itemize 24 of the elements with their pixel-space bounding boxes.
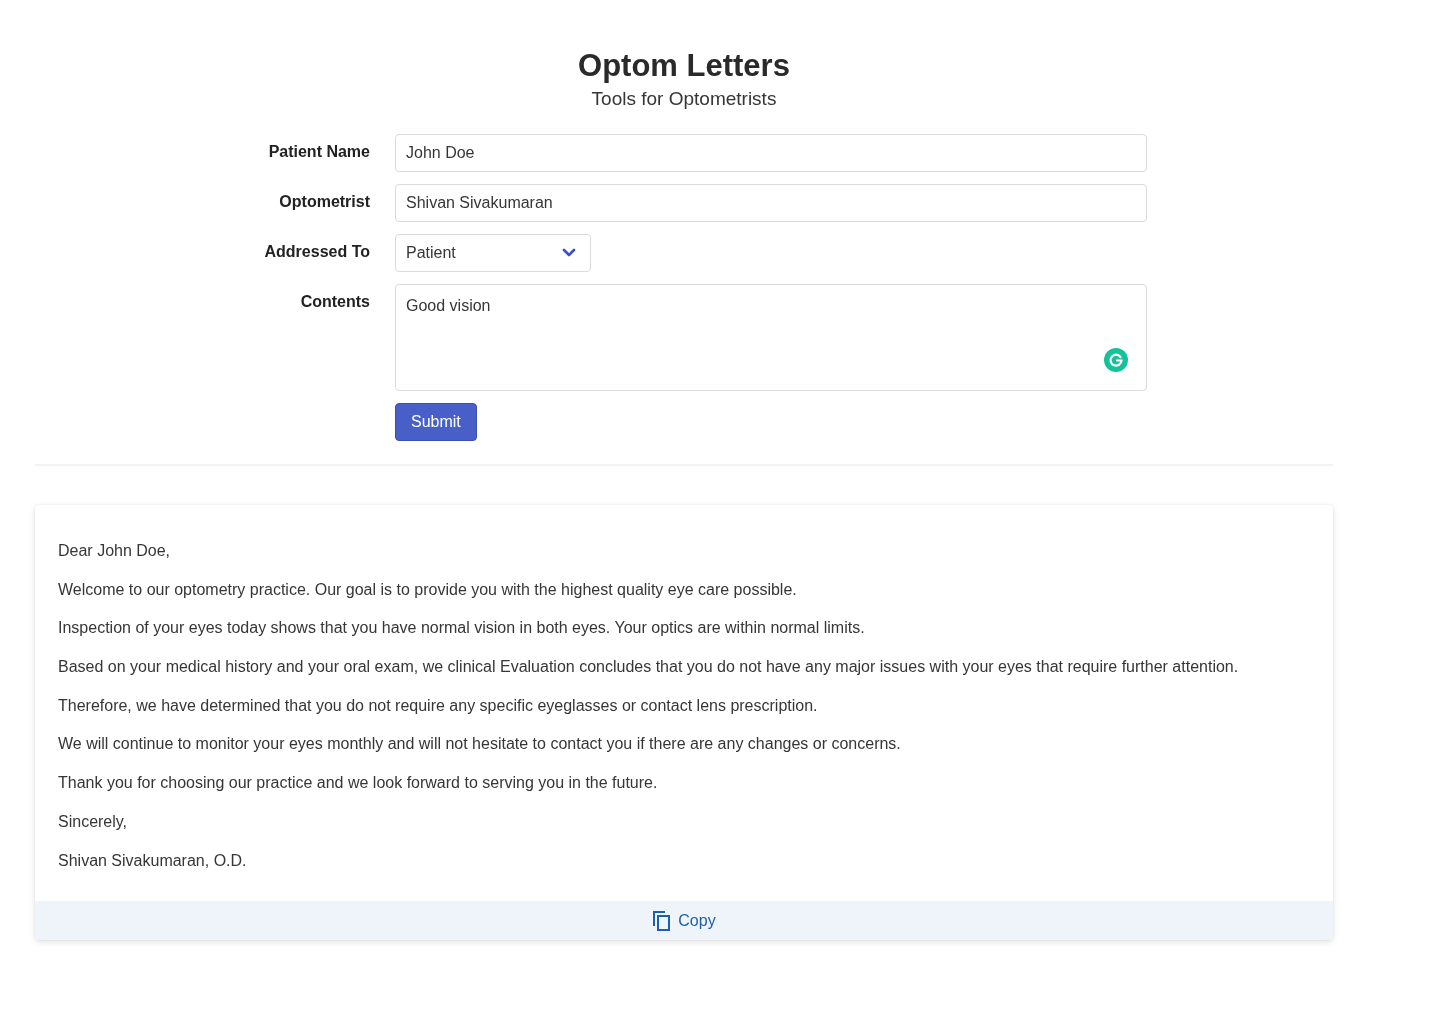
copy-icon [652, 909, 673, 932]
page-subtitle: Tools for Optometrists [590, 87, 778, 111]
submit-button[interactable]: Submit [395, 403, 477, 441]
letter-paragraph: Thank you for choosing our practice and we look forward to serving you in the future. [58, 773, 659, 793]
copy-button[interactable]: Copy [648, 907, 720, 934]
field-label: Patient Name [267, 142, 370, 162]
text-field[interactable]: Shivan Sivakumaran [395, 184, 1147, 222]
letter-paragraph: Inspection of your eyes today shows that you have normal vision in both eyes. Your optics are within normal limits. [58, 618, 866, 638]
letter-paragraph: Based on your medical history and your oral exam, we clinical Evaluation concludes that you do not have any major issues with your eyes that require further attention. [58, 657, 1240, 677]
text-field[interactable]: John Doe [395, 134, 1147, 172]
page-title: Optom Letters [577, 47, 791, 85]
letter-paragraph: Sincerely, [58, 811, 129, 831]
letter-paragraph: Dear John Doe, [58, 541, 172, 560]
chevron-down-icon [562, 248, 576, 258]
letter-paragraph: Welcome to our optometry practice. Our goal is to provide you with the highest quality eye care possible. [58, 579, 798, 599]
field-label: Addressed To [263, 242, 370, 262]
select-dropdown[interactable]: Patient [395, 234, 591, 272]
field-label: Optometrist [278, 192, 370, 212]
letter-paragraph: Shivan Sivakumaran, O.D. [58, 850, 248, 870]
contents-textarea[interactable]: Good vision [395, 284, 1147, 391]
letter-paragraph: Therefore, we have determined that you do not require any specific eyeglasses or contact lens prescription. [58, 695, 819, 715]
circle-g-icon[interactable] [1104, 348, 1128, 372]
field-label: Contents [299, 292, 370, 312]
letter-paragraph: We will continue to monitor your eyes monthly and will not hesitate to contact you if there are any changes or concerns. [58, 734, 902, 754]
